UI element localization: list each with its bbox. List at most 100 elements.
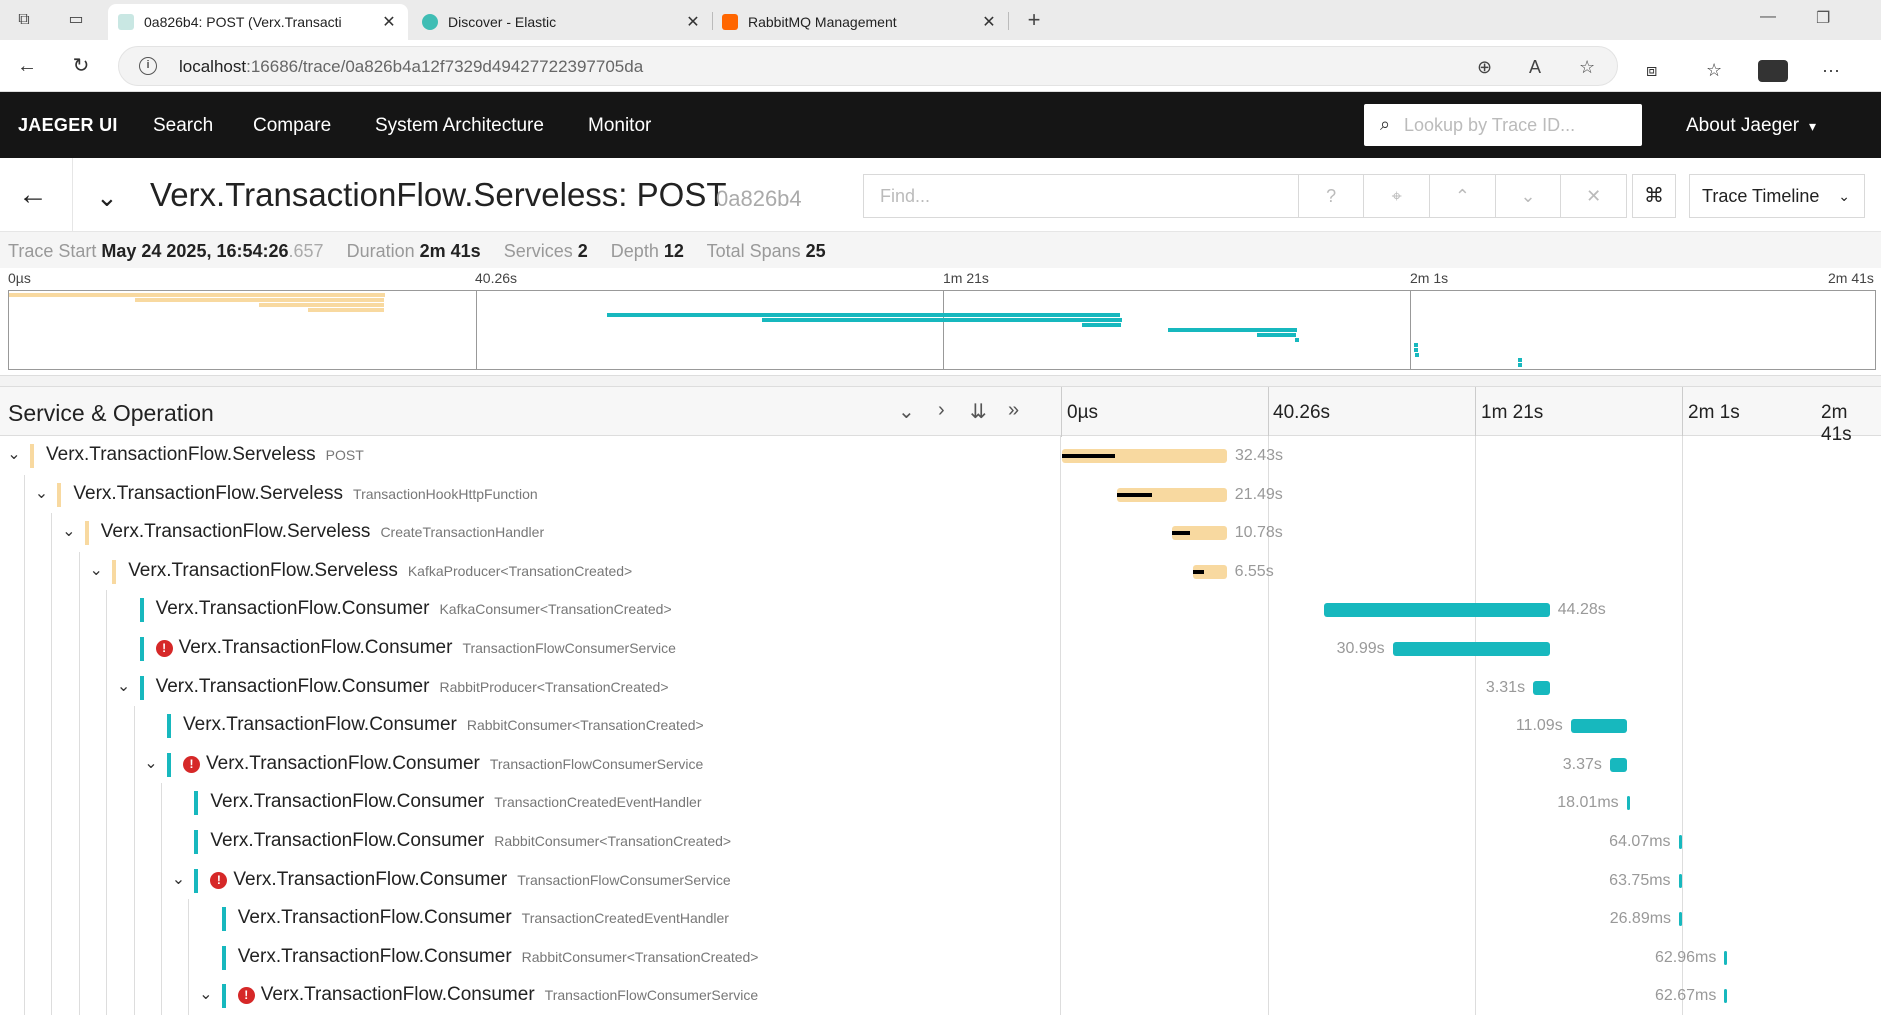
- span-row[interactable]: ⌄ ! Verx.TransactionFlow.Consumer Transacti…: [0, 744, 1881, 784]
- span-timeline-cell[interactable]: 3.31s: [1062, 667, 1881, 707]
- browser-tab-jaeger[interactable]: 0a826b4: POST (Verx.Transacti ✕: [108, 4, 408, 40]
- restore-icon[interactable]: ❐: [1816, 8, 1830, 28]
- favorites-icon[interactable]: ☆: [1706, 60, 1722, 81]
- span-bar[interactable]: [1117, 487, 1227, 502]
- new-tab-icon[interactable]: +: [1024, 9, 1044, 31]
- more-menu-icon[interactable]: ···: [1822, 60, 1840, 81]
- expand-toggle-icon[interactable]: ⌄: [86, 560, 106, 580]
- profile-avatar[interactable]: [1758, 60, 1788, 82]
- expand-all-icon[interactable]: ⇊: [970, 399, 987, 424]
- span-label[interactable]: ! Verx.TransactionFlow.Consumer Transactio…: [210, 869, 731, 891]
- span-bar[interactable]: [1626, 796, 1630, 811]
- span-name-cell[interactable]: ⌄ Verx.TransactionFlow.Serveless KafkaProd…: [0, 551, 1061, 591]
- span-bar[interactable]: [1678, 835, 1682, 849]
- span-row[interactable]: Verx.TransactionFlow.Consumer RabbitConsu…: [0, 937, 1881, 977]
- next-match-icon[interactable]: ⌄: [1494, 175, 1561, 217]
- span-label[interactable]: Verx.TransactionFlow.Consumer RabbitConsu…: [238, 946, 759, 968]
- collapse-all-icon[interactable]: »: [1008, 399, 1019, 422]
- span-timeline-cell[interactable]: 3.37s: [1062, 744, 1881, 784]
- span-bar[interactable]: [1062, 449, 1227, 463]
- trace-minimap[interactable]: 0µs 40.26s 1m 21s 2m 1s 2m 41s: [0, 268, 1881, 376]
- expand-toggle-icon[interactable]: ⌄: [141, 753, 161, 773]
- span-timeline-cell[interactable]: 30.99s: [1062, 629, 1881, 668]
- read-aloud-icon[interactable]: A: [1529, 57, 1541, 78]
- find-input[interactable]: [864, 175, 1298, 217]
- span-timeline-cell[interactable]: 44.28s: [1062, 590, 1881, 629]
- zoom-icon[interactable]: ⊕: [1477, 57, 1492, 78]
- span-timeline-cell[interactable]: 6.55s: [1062, 551, 1881, 591]
- span-label[interactable]: Verx.TransactionFlow.Consumer RabbitProdu…: [156, 676, 669, 698]
- span-label[interactable]: Verx.TransactionFlow.Serveless KafkaProdu…: [128, 560, 632, 582]
- span-bar[interactable]: [1324, 603, 1550, 618]
- extensions-icon[interactable]: ⧈: [1646, 60, 1657, 81]
- span-bar[interactable]: [1678, 873, 1682, 888]
- span-row[interactable]: ! Verx.TransactionFlow.Consumer Transactio…: [0, 629, 1881, 668]
- browser-tab-rabbitmq[interactable]: RabbitMQ Management ✕: [712, 4, 1008, 40]
- span-timeline-cell[interactable]: 64.07ms: [1062, 822, 1881, 861]
- span-name-cell[interactable]: ⌄ Verx.TransactionFlow.Serveless CreateTra…: [0, 513, 1061, 552]
- span-name-cell[interactable]: Verx.TransactionFlow.Consumer KafkaConsum…: [0, 590, 1061, 629]
- span-name-cell[interactable]: ⌄ ! Verx.TransactionFlow.Consumer Transacti…: [0, 860, 1061, 900]
- prev-match-icon[interactable]: ⌃: [1429, 175, 1495, 217]
- span-name-cell[interactable]: ⌄ Verx.TransactionFlow.Serveless POST: [0, 436, 1061, 475]
- span-name-cell[interactable]: Verx.TransactionFlow.Consumer RabbitConsu…: [0, 822, 1061, 861]
- workspaces-icon[interactable]: ⧉: [14, 10, 34, 30]
- span-row[interactable]: ⌄ ! Verx.TransactionFlow.Consumer Transacti…: [0, 860, 1881, 900]
- span-row[interactable]: ⌄ Verx.TransactionFlow.Consumer RabbitProd…: [0, 667, 1881, 707]
- close-tab-icon[interactable]: ✕: [380, 12, 398, 32]
- span-timeline-cell[interactable]: 10.78s: [1062, 513, 1881, 552]
- collapse-header-icon[interactable]: ⌄: [96, 182, 118, 213]
- span-name-cell[interactable]: Verx.TransactionFlow.Consumer Transaction…: [0, 899, 1061, 938]
- back-to-search-icon[interactable]: ←: [18, 180, 48, 210]
- tab-actions-icon[interactable]: ▭: [66, 10, 86, 30]
- favorite-star-icon[interactable]: ☆: [1579, 57, 1595, 78]
- span-name-cell[interactable]: ⌄ ! Verx.TransactionFlow.Consumer Transacti…: [0, 744, 1061, 784]
- nav-search[interactable]: Search: [153, 115, 213, 137]
- expand-toggle-icon[interactable]: ⌄: [168, 869, 188, 889]
- span-label[interactable]: ! Verx.TransactionFlow.Consumer Transactio…: [237, 984, 758, 1006]
- browser-tab-elastic[interactable]: Discover - Elastic ✕: [412, 4, 712, 40]
- expand-toggle-icon[interactable]: ⌄: [31, 483, 51, 503]
- span-label[interactable]: Verx.TransactionFlow.Serveless POST: [46, 444, 364, 466]
- site-info-icon[interactable]: i: [139, 57, 157, 75]
- span-timeline-cell[interactable]: 32.43s: [1062, 436, 1881, 475]
- expand-toggle-icon[interactable]: ⌄: [4, 444, 24, 464]
- span-bar[interactable]: [1570, 719, 1628, 734]
- span-row[interactable]: Verx.TransactionFlow.Consumer Transaction…: [0, 783, 1881, 822]
- span-row[interactable]: Verx.TransactionFlow.Consumer KafkaConsum…: [0, 590, 1881, 629]
- keyboard-shortcuts-icon[interactable]: ⌘: [1632, 174, 1676, 218]
- span-bar[interactable]: [1171, 526, 1227, 541]
- span-name-cell[interactable]: ⌄ Verx.TransactionFlow.Serveless Transacti…: [0, 474, 1061, 514]
- url-text[interactable]: localhost:16686/trace/0a826b4a12f7329d49…: [179, 57, 643, 77]
- span-label[interactable]: Verx.TransactionFlow.Consumer Transaction…: [238, 907, 729, 929]
- reload-icon[interactable]: ↻: [68, 54, 94, 78]
- expand-toggle-icon[interactable]: ⌄: [114, 676, 134, 696]
- span-row[interactable]: Verx.TransactionFlow.Consumer RabbitConsu…: [0, 822, 1881, 861]
- span-label[interactable]: Verx.TransactionFlow.Serveless Transactio…: [73, 483, 537, 505]
- back-arrow-icon[interactable]: ←: [14, 54, 40, 78]
- expand-toggle-icon[interactable]: ⌄: [59, 521, 79, 541]
- help-icon[interactable]: ?: [1297, 175, 1364, 217]
- close-tab-icon[interactable]: ✕: [980, 12, 998, 32]
- minimize-icon[interactable]: —: [1760, 8, 1776, 26]
- column-resizer[interactable]: [1061, 387, 1062, 437]
- jaeger-brand-link[interactable]: JAEGER UI: [18, 115, 118, 136]
- span-name-cell[interactable]: ⌄! Verx.TransactionFlow.Consumer Transacti…: [0, 976, 1061, 1015]
- span-name-cell[interactable]: ! Verx.TransactionFlow.Consumer Transactio…: [0, 629, 1061, 668]
- nav-system-architecture[interactable]: System Architecture: [375, 115, 544, 137]
- trace-id-lookup[interactable]: ⌕: [1364, 104, 1642, 146]
- span-timeline-cell[interactable]: 11.09s: [1062, 706, 1881, 745]
- span-timeline-cell[interactable]: 62.67ms: [1062, 976, 1881, 1015]
- span-bar[interactable]: [1724, 950, 1728, 965]
- span-label[interactable]: Verx.TransactionFlow.Consumer KafkaConsum…: [156, 598, 672, 620]
- span-name-cell[interactable]: ⌄ Verx.TransactionFlow.Consumer RabbitProd…: [0, 667, 1061, 707]
- span-label[interactable]: Verx.TransactionFlow.Consumer Transaction…: [210, 791, 701, 813]
- span-bar[interactable]: [1392, 642, 1551, 656]
- span-name-cell[interactable]: Verx.TransactionFlow.Consumer RabbitConsu…: [0, 937, 1061, 977]
- nav-compare[interactable]: Compare: [253, 115, 331, 137]
- span-label[interactable]: ! Verx.TransactionFlow.Consumer Transactio…: [183, 753, 703, 775]
- span-bar[interactable]: [1533, 680, 1550, 695]
- span-name-cell[interactable]: Verx.TransactionFlow.Consumer Transaction…: [0, 783, 1061, 822]
- span-row[interactable]: ⌄ Verx.TransactionFlow.Serveless CreateTra…: [0, 513, 1881, 552]
- span-timeline-cell[interactable]: 62.96ms: [1062, 937, 1881, 977]
